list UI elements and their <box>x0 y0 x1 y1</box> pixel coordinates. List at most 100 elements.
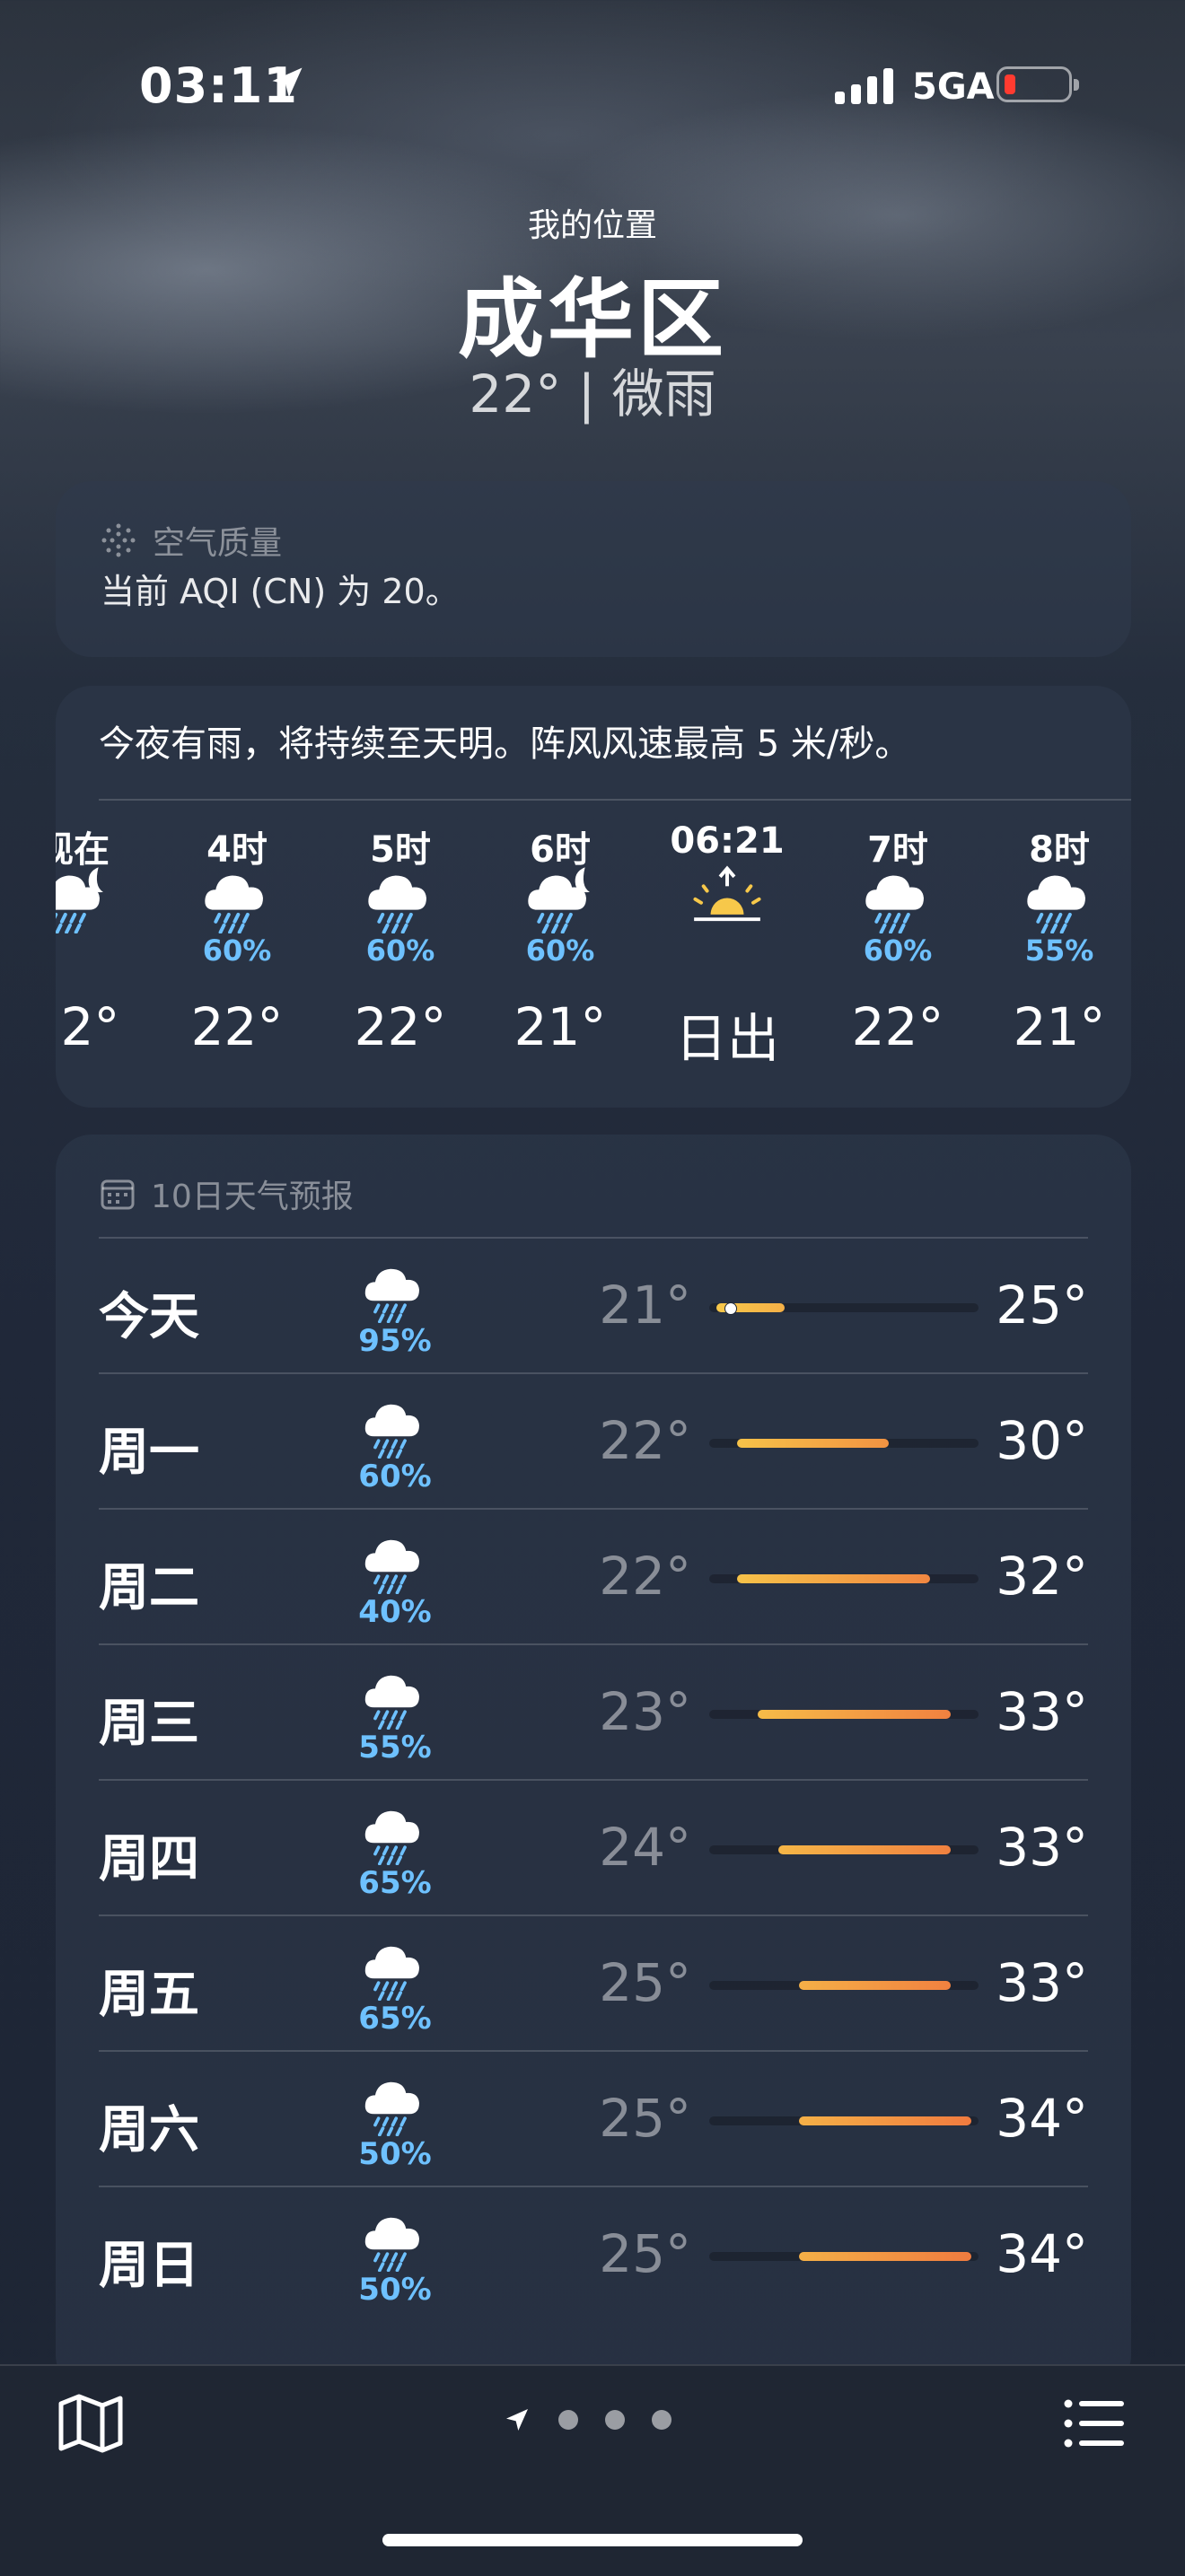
daily-row[interactable]: 今天 95% 21° 25° <box>99 1237 1088 1373</box>
air-quality-title: 空气质量 <box>153 517 282 564</box>
rain-cloud-icon <box>361 1663 429 1730</box>
temp-range-bar <box>709 2116 979 2125</box>
hourly-item: 8时55%21° <box>992 820 1127 973</box>
cellular-signal-icon <box>835 66 893 104</box>
day-label: 周三 <box>99 1683 199 1756</box>
page-indicator[interactable] <box>503 2405 672 2434</box>
hour-precip: 60% <box>170 933 304 973</box>
temp-range-bar <box>709 1303 979 1312</box>
network-type: 5GA <box>912 66 995 108</box>
day-high: 25° <box>988 1275 1088 1336</box>
day-precip: 50% <box>341 2272 449 2308</box>
night-rain-cloud-icon <box>523 863 597 933</box>
day-label: 今天 <box>99 1276 199 1349</box>
day-high: 34° <box>988 2223 1088 2284</box>
temp-range-bar <box>709 1439 979 1448</box>
hour-temp: 日出 <box>660 996 794 1072</box>
day-high: 30° <box>988 1410 1088 1471</box>
day-low: 23° <box>575 1681 691 1742</box>
day-high: 33° <box>988 1952 1088 2013</box>
hourly-item: 现在22° <box>56 820 141 973</box>
daily-row[interactable]: 周五65%25°33° <box>99 1914 1088 2051</box>
day-low: 25° <box>575 1952 691 2013</box>
day-high: 34° <box>988 2088 1088 2149</box>
temp-range-bar <box>709 1574 979 1583</box>
hour-temp: 22° <box>830 996 965 1057</box>
rain-cloud-icon <box>361 2205 429 2272</box>
hourly-item: 7时60%22° <box>830 820 965 973</box>
day-precip: 55% <box>341 1730 449 1766</box>
day-precip: 50% <box>341 2136 449 2172</box>
day-low: 22° <box>575 1410 691 1471</box>
hour-temp: 22° <box>333 996 468 1057</box>
hourly-item: 5时60%22° <box>333 820 468 973</box>
rain-cloud-icon <box>861 863 935 933</box>
day-label: 周六 <box>99 2090 199 2162</box>
battery-icon <box>996 66 1072 102</box>
map-icon[interactable] <box>57 2391 124 2454</box>
day-high: 32° <box>988 1546 1088 1607</box>
day-precip: 65% <box>341 1865 449 1901</box>
day-label: 周五 <box>99 1954 199 2027</box>
hour-temp: 22° <box>170 996 304 1057</box>
rain-cloud-icon <box>361 1799 429 1865</box>
temp-range-bar <box>709 1710 979 1719</box>
hour-temp: 21° <box>992 996 1127 1057</box>
daily-row[interactable]: 周三 55% 23° 33° <box>99 1643 1088 1780</box>
daily-row[interactable]: 周日 50% 25° 34° <box>99 2186 1088 2322</box>
day-precip: 60% <box>341 1459 449 1494</box>
night-rain-cloud-icon <box>56 863 110 933</box>
daily-row[interactable]: 周六 50% 25° 34° <box>99 2050 1088 2186</box>
page-dot[interactable] <box>605 2410 625 2430</box>
rain-cloud-icon <box>361 1934 429 2001</box>
divider <box>99 799 1131 801</box>
rain-cloud-icon <box>361 1392 429 1459</box>
day-precip: 40% <box>341 1594 449 1630</box>
day-high: 33° <box>988 1817 1088 1878</box>
hour-temp: 22° <box>56 996 141 1057</box>
day-label: 周日 <box>99 2225 199 2298</box>
weather-summary: 今夜有雨，将持续至天明。阵风风速最高 5 米/秒。 <box>99 714 910 767</box>
page-dot[interactable] <box>652 2410 672 2430</box>
rain-cloud-icon <box>364 863 437 933</box>
air-quality-card[interactable]: 空气质量 当前 AQI (CN) 为 20。 <box>56 481 1131 657</box>
air-quality-icon <box>101 522 136 558</box>
temp-range-bar <box>709 1981 979 1990</box>
hour-temp: 21° <box>493 996 628 1057</box>
hour-precip: 60% <box>333 933 468 973</box>
daily-row[interactable]: 周二 40% 22° 32° <box>99 1508 1088 1644</box>
hourly-item: 06:21日出 <box>660 820 794 973</box>
temp-range-bar <box>709 1845 979 1854</box>
location-arrow-icon <box>268 63 307 102</box>
page-dot[interactable] <box>558 2410 578 2430</box>
day-low: 25° <box>575 2088 691 2149</box>
home-indicator <box>382 2534 803 2546</box>
hour-precip: 60% <box>830 933 965 973</box>
current-conditions: 22° | 微雨 <box>0 352 1185 427</box>
day-label: 周四 <box>99 1818 199 1891</box>
daily-row[interactable]: 周四 65% 24° 33° <box>99 1779 1088 1915</box>
day-low: 21° <box>575 1275 691 1336</box>
day-low: 25° <box>575 2223 691 2284</box>
day-label: 周一 <box>99 1412 199 1485</box>
day-label: 周二 <box>99 1547 199 1620</box>
ten-day-forecast-card[interactable]: 10日天气预报 今天95%21°25°周一60%22°30°周二40%22°32… <box>56 1135 1131 2391</box>
daily-row[interactable]: 周一 60% 22° 30° <box>99 1372 1088 1509</box>
hourly-item: 4时60%22° <box>170 820 304 973</box>
day-low: 22° <box>575 1546 691 1607</box>
hour-precip <box>660 933 794 973</box>
rain-cloud-icon <box>1023 863 1096 933</box>
rain-cloud-icon <box>200 863 274 933</box>
day-low: 24° <box>575 1817 691 1878</box>
hourly-forecast-card[interactable]: 今夜有雨，将持续至天明。阵风风速最高 5 米/秒。 现在22° 4时60%22°5… <box>56 686 1131 1108</box>
air-quality-text: 当前 AQI (CN) 为 20。 <box>101 564 460 613</box>
current-temp-dot <box>724 1302 737 1315</box>
day-precip: 95% <box>341 1323 449 1359</box>
sunrise-icon <box>690 863 764 933</box>
temp-range-bar <box>709 2252 979 2261</box>
rain-cloud-icon <box>361 1257 429 1323</box>
rain-cloud-icon <box>361 2070 429 2136</box>
current-location-page-icon[interactable] <box>503 2405 531 2434</box>
day-high: 33° <box>988 1681 1088 1742</box>
list-icon[interactable] <box>1063 2396 1126 2450</box>
